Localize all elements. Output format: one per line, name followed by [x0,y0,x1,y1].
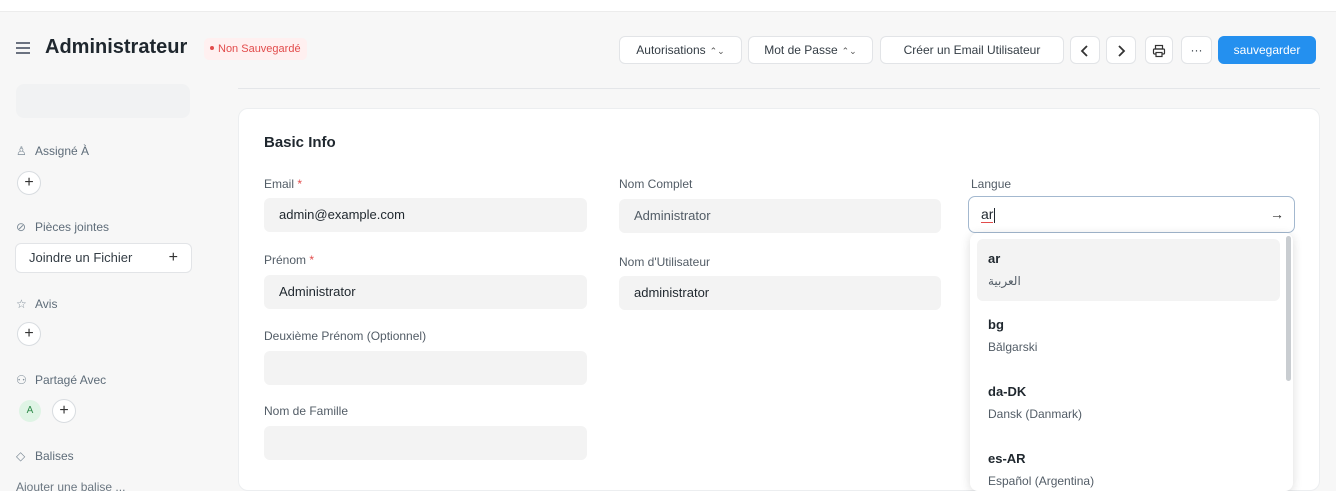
updown-caret-icon: ⌃⌄ [841,46,857,56]
previous-record-button[interactable] [1070,36,1100,64]
language-name: Bǎlgarski [988,340,1038,354]
sidebar-image-placeholder [16,84,190,118]
arrow-right-icon[interactable]: → [1270,197,1284,232]
language-option-es-ar[interactable]: es-AR Español (Argentina) [977,439,1280,491]
langue-label: Langue [971,177,1012,191]
paperclip-icon: ⊘ [16,220,27,234]
save-button[interactable]: sauvegarder [1218,36,1316,64]
avis-text: Avis [35,297,58,311]
add-assignee-button[interactable]: + [17,171,41,195]
autorisations-dropdown-button[interactable]: Autorisations ⌃⌄ [619,36,742,64]
top-strip [0,0,1336,12]
add-review-button[interactable]: + [17,322,41,346]
deuxieme-prenom-label: Deuxième Prénom (Optionnel) [264,329,427,343]
creer-email-button[interactable]: Créer un Email Utilisateur [880,36,1064,64]
language-option-da-dk[interactable]: da-DK Dansk (Danmark) [977,372,1280,434]
language-option-ar[interactable]: ar العربية [977,239,1280,301]
chevron-right-icon [1118,45,1126,57]
language-code: es-AR [988,451,1026,466]
email-label: Email * [264,177,302,191]
assigne-label: ♙ Assigné À [16,144,89,158]
pieces-jointes-label: ⊘ Pièces jointes [16,220,109,234]
section-title: Basic Info [264,134,336,151]
updown-caret-icon: ⌃⌄ [709,46,725,56]
plus-icon: + [168,249,178,266]
pieces-jointes-text: Pièces jointes [35,220,110,234]
status-dot-icon [210,46,214,51]
language-code: da-DK [988,384,1027,399]
language-dropdown: ar العربية bg Bǎlgarski da-DK Dansk (Dan… [970,233,1293,491]
nom-utilisateur-label: Nom d'Utilisateur [619,255,710,269]
partage-text: Partagé Avec [35,373,107,387]
next-record-button[interactable] [1106,36,1136,64]
langue-input[interactable]: ar → [968,196,1295,233]
language-option-bg[interactable]: bg Bǎlgarski [977,305,1280,367]
nom-complet-label: Nom Complet [619,177,693,191]
user-icon: ♙ [16,144,27,158]
email-label-text: Email [264,177,295,191]
balises-text: Balises [35,449,74,463]
add-tag-link[interactable]: Ajouter une balise ... [16,480,125,491]
required-mark: * [309,253,315,267]
page-title: Administrateur [45,36,188,58]
text-cursor [994,207,996,223]
printer-icon [1152,44,1166,57]
language-name: العربية [988,274,1021,288]
email-field[interactable]: admin@example.com [264,198,587,232]
prenom-label: Prénom * [264,253,314,267]
menu-icon[interactable] [16,42,30,54]
add-share-button[interactable]: + [52,399,76,423]
balises-label: ◇ Balises [16,449,74,463]
deuxieme-prenom-field[interactable] [264,351,587,385]
partage-label: ⚇ Partagé Avec [16,373,106,387]
avatar[interactable]: A [19,400,41,422]
joindre-fichier-button[interactable]: Joindre un Fichier + [15,243,192,273]
chevron-left-icon [1080,45,1088,57]
print-button[interactable] [1145,36,1173,64]
language-name: Dansk (Danmark) [988,407,1083,421]
nom-famille-label: Nom de Famille [264,404,349,418]
more-options-button[interactable]: ··· [1181,36,1212,64]
star-icon: ☆ [16,297,27,311]
nom-famille-field[interactable] [264,426,587,460]
mot-de-passe-dropdown-button[interactable]: Mot de Passe ⌃⌄ [748,36,873,64]
required-mark: * [297,177,303,191]
language-name: Español (Argentina) [988,474,1095,488]
assigne-text: Assigné À [35,144,90,158]
avis-label: ☆ Avis [16,297,57,311]
users-icon: ⚇ [16,373,27,387]
prenom-field[interactable]: Administrator [264,275,587,309]
langue-typed-text: ar [981,206,994,223]
nom-utilisateur-field[interactable]: administrator [619,276,941,310]
nom-complet-field: Administrator [619,199,941,233]
prenom-label-text: Prénom [264,253,307,267]
joindre-fichier-label: Joindre un Fichier [29,250,133,265]
page-header: Administrateur Non Sauvegardé Autorisati… [0,30,1336,70]
tag-icon: ◇ [16,449,26,463]
mot-de-passe-label: Mot de Passe [764,43,838,57]
autorisations-label: Autorisations [636,43,706,57]
status-text: Non Sauvegardé [218,43,301,55]
language-code: bg [988,317,1004,332]
language-code: ar [988,251,1001,266]
dropdown-scrollbar[interactable] [1286,236,1291,381]
header-divider [238,88,1320,89]
status-badge: Non Sauvegardé [204,38,307,60]
